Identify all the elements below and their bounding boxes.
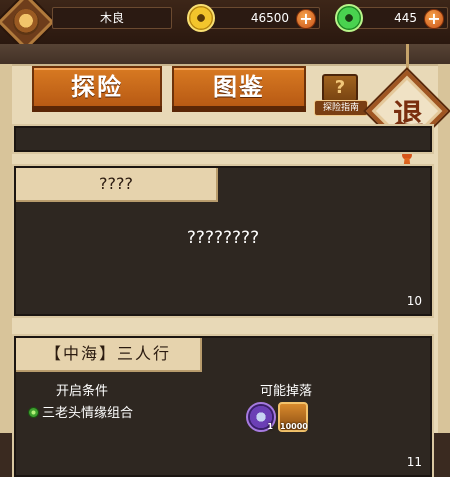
add-gold-button[interactable]: + xyxy=(296,9,316,29)
stage-number: 10 xyxy=(406,294,422,308)
stage-title: 【中海】三人行 xyxy=(16,338,202,372)
guide-button[interactable]: 探险指南 xyxy=(314,100,368,116)
stage-title: ???? xyxy=(16,168,218,202)
stage-number: 11 xyxy=(406,455,422,469)
stage-panel-partial xyxy=(14,126,432,152)
frame-right xyxy=(438,64,450,433)
player-name: 木良 xyxy=(52,7,172,29)
condition-item: 三老头情缘组合 xyxy=(28,402,133,421)
stage-description: ???????? xyxy=(186,228,260,248)
gold-coin-icon xyxy=(187,4,215,32)
condition-text: 三老头情缘组合 xyxy=(42,406,134,421)
hourglass-icon[interactable]: 1 xyxy=(246,402,276,432)
add-jade-button[interactable]: + xyxy=(424,9,444,29)
coin-bag-icon[interactable]: 10000 xyxy=(278,402,308,432)
gold-currency: 46500 + xyxy=(187,4,320,32)
tab-atlas[interactable]: 图鉴 xyxy=(172,66,306,108)
avatar-portrait-icon xyxy=(12,9,39,35)
condition-heading: 开启条件 xyxy=(56,384,109,399)
stage-card[interactable]: 【中海】三人行 开启条件 可能掉落 三老头情缘组合 1 10000 11 xyxy=(14,336,432,477)
tab-explore-underline xyxy=(32,106,162,112)
jade-coin-icon xyxy=(335,4,363,32)
avatar[interactable] xyxy=(0,0,55,51)
jade-amount: 445 xyxy=(394,11,417,25)
drops-heading: 可能掉落 xyxy=(260,384,313,399)
drop-count: 10000 xyxy=(280,422,308,431)
tab-atlas-underline xyxy=(172,106,306,112)
drop-count: 1 xyxy=(267,422,273,431)
frame-left xyxy=(0,64,12,433)
tab-explore[interactable]: 探险 xyxy=(32,66,162,108)
top-bar: 木良 46500 + 445 + xyxy=(0,0,450,51)
guide-book-icon[interactable]: ? xyxy=(322,74,358,102)
gold-amount: 46500 xyxy=(250,11,289,25)
stage-card[interactable]: ???? ???????? 10 xyxy=(14,166,432,316)
condition-met-icon xyxy=(28,407,39,418)
jade-currency: 445 + xyxy=(335,4,448,32)
